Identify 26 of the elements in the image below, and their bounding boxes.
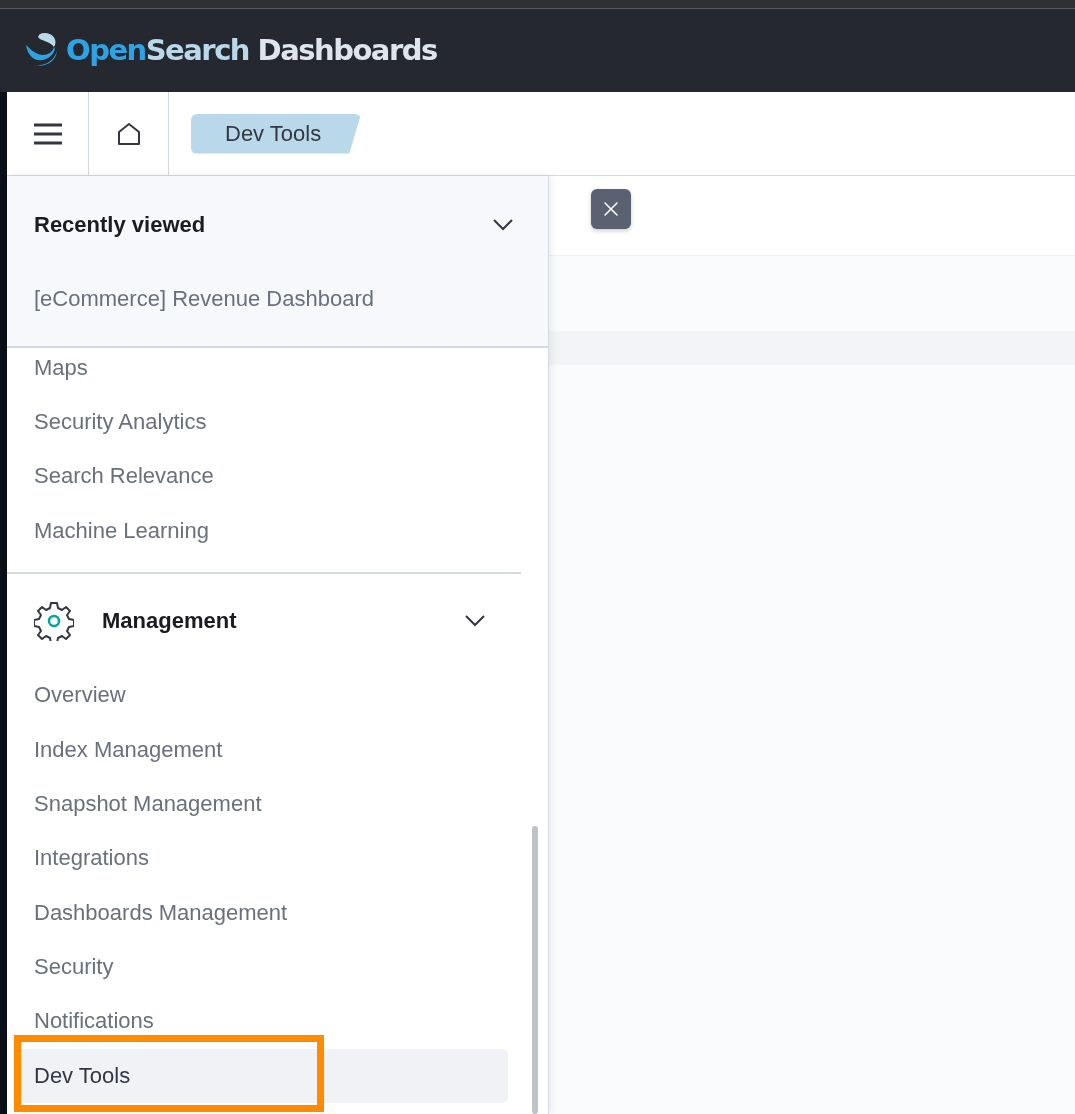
- nav-link[interactable]: Integrations: [14, 831, 508, 886]
- nav-link[interactable]: Search Relevance: [14, 449, 508, 504]
- nav-link[interactable]: Security Analytics: [14, 394, 508, 450]
- recently-viewed-header[interactable]: Recently viewed: [7, 200, 548, 250]
- gear-icon: [34, 600, 74, 641]
- nav-link[interactable]: Notifications: [14, 994, 508, 1049]
- breadcrumb[interactable]: Dev Tools: [191, 113, 362, 154]
- scrollbar[interactable]: [532, 826, 538, 1114]
- nav-link[interactable]: Dashboards Management: [14, 885, 508, 940]
- logo-icon: [24, 31, 60, 69]
- nav-link[interactable]: Maps: [14, 340, 508, 395]
- chevron-icon: [464, 613, 486, 628]
- management-header[interactable]: Management: [7, 573, 548, 668]
- chevron-icon: [492, 218, 514, 232]
- logo-word: Open: [66, 33, 146, 67]
- nav-link[interactable]: Machine Learning: [14, 503, 508, 558]
- nav-link[interactable]: Overview: [14, 667, 508, 723]
- menu-icon[interactable]: [33, 122, 62, 145]
- logo-word: Dashboards: [256, 33, 437, 67]
- home-icon[interactable]: [116, 121, 141, 146]
- nav-link[interactable]: Security: [14, 939, 508, 995]
- nav-link[interactable]: Snapshot Management: [14, 776, 508, 832]
- close-button[interactable]: [591, 189, 631, 229]
- nav-link[interactable]: Index Management: [14, 722, 508, 777]
- nav-link[interactable]: [eCommerce] Revenue Dashboard: [14, 272, 508, 327]
- logo-word: Search: [145, 33, 249, 67]
